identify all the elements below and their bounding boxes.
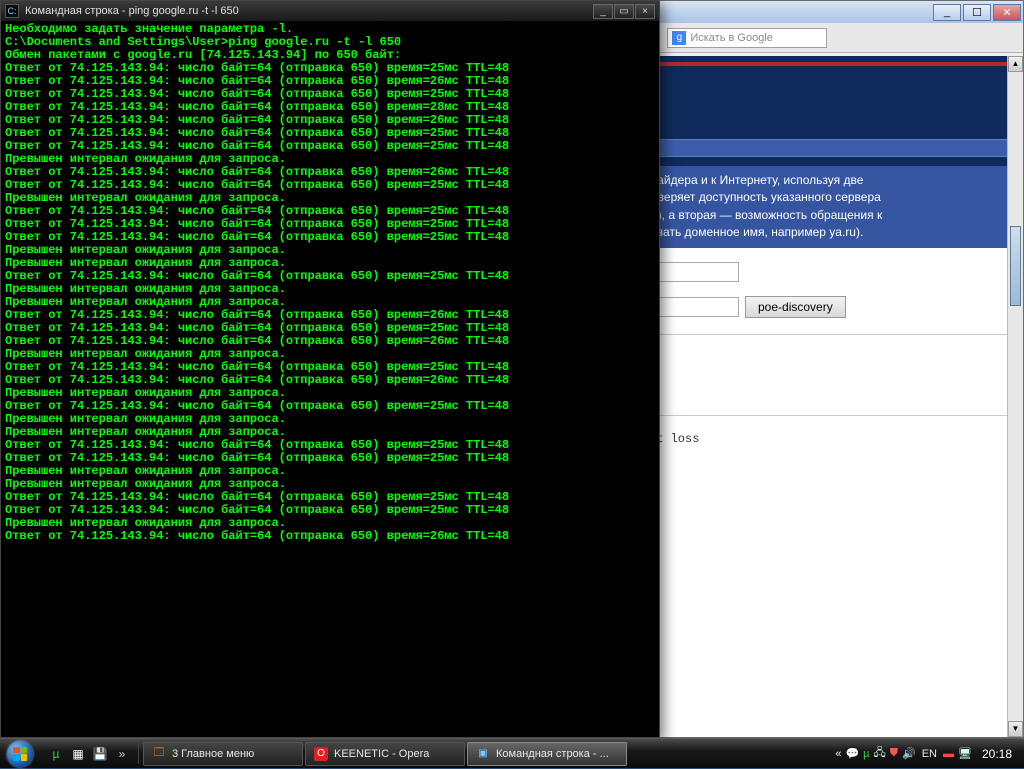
browser-toolbar: ★ g Искать в Google <box>641 23 1023 53</box>
taskbar-tasks: 🗔 3 Главное меню O KEENETIC - Opera ▣ Ко… <box>139 739 631 768</box>
browser-minimize-button[interactable]: _ <box>933 4 961 21</box>
tray-volume-icon[interactable]: 🔊 <box>902 747 916 760</box>
google-g-icon: g <box>672 31 686 45</box>
poe-discovery-button[interactable]: poe-discovery <box>745 296 846 318</box>
info-line: оверяет доступность указанного сервера <box>651 189 1013 206</box>
browser-close-button[interactable]: ✕ <box>993 4 1021 21</box>
tray-monitor-icon[interactable]: 🖥 <box>958 747 972 760</box>
taskbar-clock[interactable]: 20:18 <box>976 747 1018 761</box>
tray-network-icon[interactable]: 🖧 <box>874 744 886 763</box>
language-indicator[interactable]: EN <box>920 748 939 760</box>
tray-flag-icon[interactable]: ▬ <box>943 748 954 760</box>
packet-loss-text: et loss <box>649 432 1023 446</box>
browser-viewport: вайдера и к Интернету, используя две ове… <box>641 56 1023 737</box>
info-line: а), а вторая — возможность обращения к <box>651 207 1013 224</box>
cmd-minimize-button[interactable]: _ <box>593 4 613 19</box>
browser-window: _ ☐ ✕ ★ g Искать в Google вайдера и к Ин… <box>640 0 1024 738</box>
task-label: KEENETIC - Opera <box>334 748 429 760</box>
cmd-line: Ответ от 74.125.143.94: число байт=64 (о… <box>5 530 655 543</box>
task-label: Командная строка - ... <box>496 748 609 760</box>
info-line: вайдера и к Интернету, используя две <box>651 172 1013 189</box>
ql-save-icon[interactable]: 💾 <box>90 744 110 764</box>
search-box[interactable]: g Искать в Google <box>667 28 827 48</box>
task-label: 3 Главное меню <box>172 748 254 760</box>
cmd-title-text: Командная строка - ping google.ru -t -l … <box>25 5 592 17</box>
quick-launch: µ ▦ 💾 » <box>40 744 139 764</box>
task-item[interactable]: O KEENETIC - Opera <box>305 742 465 766</box>
cmd-titlebar[interactable]: C: Командная строка - ping google.ru -t … <box>1 1 659 21</box>
browser-maximize-button[interactable]: ☐ <box>963 4 991 21</box>
text-field-1[interactable] <box>649 262 739 282</box>
windows-orb-icon <box>7 741 33 767</box>
cmd-maximize-button[interactable]: ▭ <box>614 4 634 19</box>
start-button[interactable] <box>0 739 40 769</box>
scroll-thumb[interactable] <box>1010 226 1021 306</box>
scroll-down-button[interactable]: ▼ <box>1008 721 1023 737</box>
task-window-icon: 🗔 <box>152 747 166 761</box>
page-header-band <box>641 56 1023 166</box>
search-placeholder: Искать в Google <box>690 32 773 44</box>
tray-shield-icon[interactable]: ⛊ <box>890 747 898 760</box>
info-line: азать доменное имя, например ya.ru). <box>651 224 1013 241</box>
cmd-icon: C: <box>5 4 19 18</box>
ql-expand-icon[interactable]: » <box>112 744 132 764</box>
task-cmd-icon: ▣ <box>476 747 490 761</box>
scroll-up-button[interactable]: ▲ <box>1008 56 1023 72</box>
system-tray: « 💬 µ 🖧 ⛊ 🔊 EN ▬ 🖥 20:18 <box>829 739 1024 768</box>
taskbar: µ ▦ 💾 » 🗔 3 Главное меню O KEENETIC - Op… <box>0 738 1024 768</box>
browser-titlebar[interactable]: _ ☐ ✕ <box>641 1 1023 23</box>
ql-utorrent-icon[interactable]: µ <box>46 744 66 764</box>
browser-scrollbar[interactable]: ▲ ▼ <box>1007 56 1023 737</box>
cmd-close-button[interactable]: × <box>635 4 655 19</box>
cmd-output[interactable]: Необходимо задать значение параметра -l.… <box>1 21 659 737</box>
task-item[interactable]: 🗔 3 Главное меню <box>143 742 303 766</box>
task-opera-icon: O <box>314 747 328 761</box>
tray-utorrent-icon[interactable]: µ <box>863 748 869 760</box>
text-field-2[interactable] <box>649 297 739 317</box>
info-panel: вайдера и к Интернету, используя две ове… <box>641 166 1023 248</box>
tray-balloon-icon[interactable]: 💬 <box>845 747 859 760</box>
tray-expand-icon[interactable]: « <box>835 748 841 760</box>
ql-paint-icon[interactable]: ▦ <box>68 744 88 764</box>
cmd-window: C: Командная строка - ping google.ru -t … <box>0 0 660 738</box>
task-item[interactable]: ▣ Командная строка - ... <box>467 742 627 766</box>
